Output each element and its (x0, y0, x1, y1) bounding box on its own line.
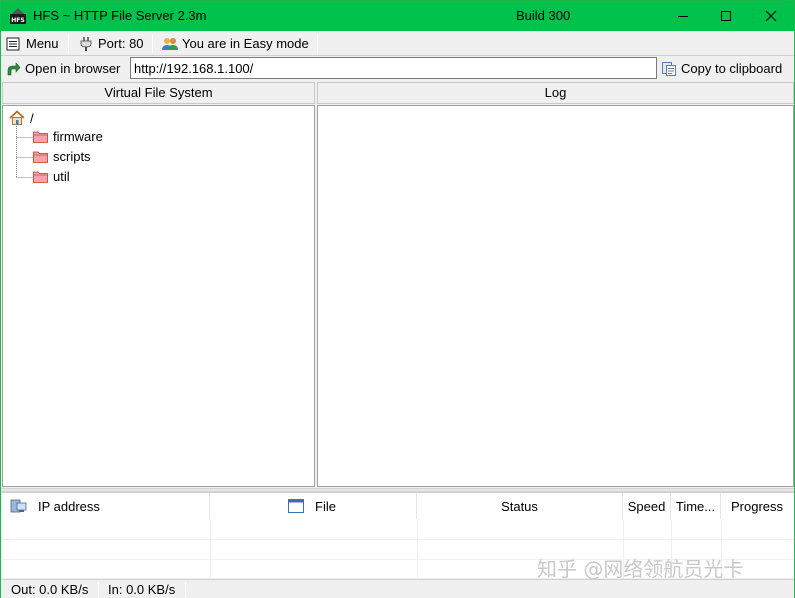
connections-header: IP address File Status Speed Time... Pro… (2, 493, 794, 519)
url-input[interactable] (130, 57, 657, 79)
close-button[interactable] (748, 1, 794, 31)
open-in-browser-button[interactable]: Open in browser (5, 59, 120, 78)
menu-button[interactable]: Menu (5, 34, 59, 53)
main-toolbar: Menu Port: 80 You are in Easy mode (1, 31, 794, 56)
folder-icon (33, 151, 48, 163)
column-label: Status (501, 498, 538, 514)
build-label: Build 300 (516, 8, 571, 23)
column-label: Progress (730, 498, 784, 514)
toolbar-separator (152, 34, 153, 53)
column-status[interactable]: Status (417, 493, 623, 519)
close-icon (765, 10, 777, 22)
tree-item-label: firmware (53, 129, 103, 144)
mode-button[interactable]: You are in Easy mode (161, 34, 309, 53)
watermark: 知乎 @网络领航员光卡 (537, 557, 744, 581)
status-out-speed: Out: 0.0 KB/s (11, 582, 89, 597)
log-area[interactable] (317, 105, 794, 487)
hfs-app-icon: HFS (10, 8, 26, 24)
column-divider (210, 519, 211, 579)
open-arrow-icon (7, 61, 21, 75)
url-toolbar: Open in browser Copy to clipboard (1, 56, 794, 81)
open-in-browser-label: Open in browser (25, 61, 121, 76)
mode-label: You are in Easy mode (182, 36, 309, 51)
tree-item-label: util (53, 169, 70, 184)
column-ip-address[interactable]: IP address (2, 493, 210, 519)
copy-to-clipboard-button[interactable]: Copy to clipboard (661, 59, 782, 78)
status-separator (98, 582, 99, 597)
row-divider (2, 539, 794, 540)
column-label: Time... (675, 498, 716, 514)
column-label: File (315, 498, 336, 514)
menu-icon (6, 37, 20, 50)
status-bar: Out: 0.0 KB/s In: 0.0 KB/s (1, 579, 794, 598)
toolbar-separator (68, 34, 69, 53)
minimize-icon (678, 16, 688, 17)
plug-icon (80, 36, 92, 51)
copy-to-clipboard-label: Copy to clipboard (681, 61, 783, 76)
hfs-window: HFS HFS ~ HTTP File Server 2.3m Build 30… (0, 0, 795, 598)
folder-icon (33, 171, 48, 183)
menu-label: Menu (26, 36, 59, 51)
status-in-speed: In: 0.0 KB/s (108, 582, 176, 597)
maximize-icon (721, 11, 731, 21)
maximize-button[interactable] (703, 1, 749, 31)
tree-item-scripts[interactable]: scripts (33, 149, 91, 164)
tree-item-util[interactable]: util (33, 169, 70, 184)
users-icon (162, 37, 178, 50)
column-label: IP address (38, 498, 100, 514)
column-progress[interactable]: Progress (721, 493, 793, 519)
column-label: Speed (627, 498, 666, 514)
svg-text:HFS: HFS (11, 17, 24, 24)
port-label: Port: 80 (98, 36, 144, 51)
network-computer-icon (10, 499, 27, 513)
vfs-header: Virtual File System (2, 82, 315, 104)
column-speed[interactable]: Speed (623, 493, 671, 519)
status-separator (185, 582, 186, 597)
toolbar-separator (317, 34, 318, 53)
title-bar[interactable]: HFS HFS ~ HTTP File Server 2.3m Build 30… (1, 1, 794, 31)
column-divider (417, 519, 418, 579)
window-title: HFS ~ HTTP File Server 2.3m (33, 8, 207, 23)
folder-icon (33, 131, 48, 143)
port-button[interactable]: Port: 80 (78, 34, 144, 53)
minimize-button[interactable] (660, 1, 706, 31)
column-time[interactable]: Time... (671, 493, 721, 519)
clipboard-icon (662, 61, 676, 76)
tree-item-firmware[interactable]: firmware (33, 129, 103, 144)
window-icon (288, 499, 304, 513)
log-header: Log (317, 82, 794, 104)
column-file[interactable]: File (210, 493, 417, 519)
vfs-tree[interactable]: / firmware scripts util (2, 105, 315, 487)
tree-item-label: scripts (53, 149, 91, 164)
